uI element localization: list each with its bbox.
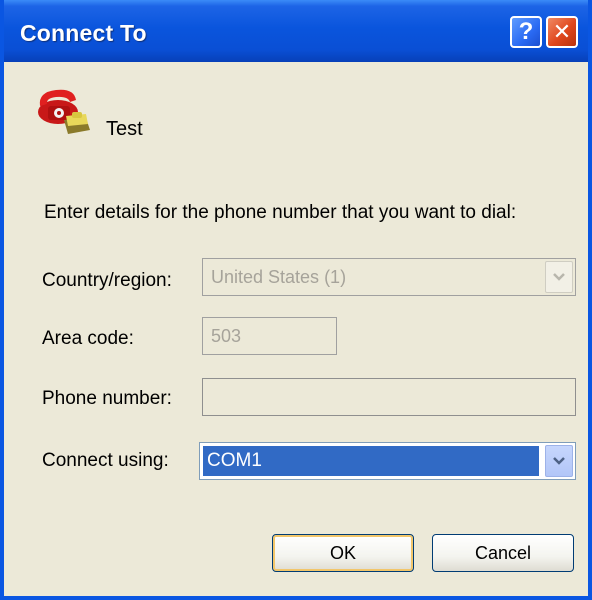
country-region-label: Country/region: [42, 270, 172, 291]
country-region-value: United States (1) [211, 266, 347, 287]
close-button[interactable]: ✕ [546, 16, 578, 48]
chevron-down-icon[interactable] [545, 445, 573, 477]
area-code-value: 503 [211, 325, 242, 346]
chevron-down-icon[interactable] [545, 261, 573, 293]
connection-name: Test [106, 118, 143, 140]
instructions-text: Enter details for the phone number that … [44, 202, 517, 223]
phone-number-label: Phone number: [42, 388, 172, 409]
cancel-button[interactable]: Cancel [432, 534, 574, 572]
telephone-icon [38, 89, 90, 134]
area-code-field[interactable]: 503 [202, 317, 337, 355]
title-bar[interactable]: Connect To ? ✕ [4, 0, 588, 62]
ok-button[interactable]: OK [272, 534, 414, 572]
window-title: Connect To [20, 20, 147, 46]
area-code-label: Area code: [42, 328, 134, 349]
phone-number-field[interactable] [202, 378, 576, 416]
connect-using-select[interactable]: COM1 [199, 442, 576, 480]
connect-to-dialog: Connect To ? ✕ Test Enter details for th… [0, 0, 592, 600]
connect-using-value: COM1 [203, 446, 539, 476]
connect-using-label: Connect using: [42, 450, 169, 471]
country-region-select[interactable]: United States (1) [202, 258, 576, 296]
close-icon: ✕ [552, 19, 572, 44]
question-mark-icon: ? [518, 18, 534, 45]
help-button[interactable]: ? [510, 16, 542, 48]
dialog-content: Test Enter details for the phone number … [4, 62, 588, 596]
